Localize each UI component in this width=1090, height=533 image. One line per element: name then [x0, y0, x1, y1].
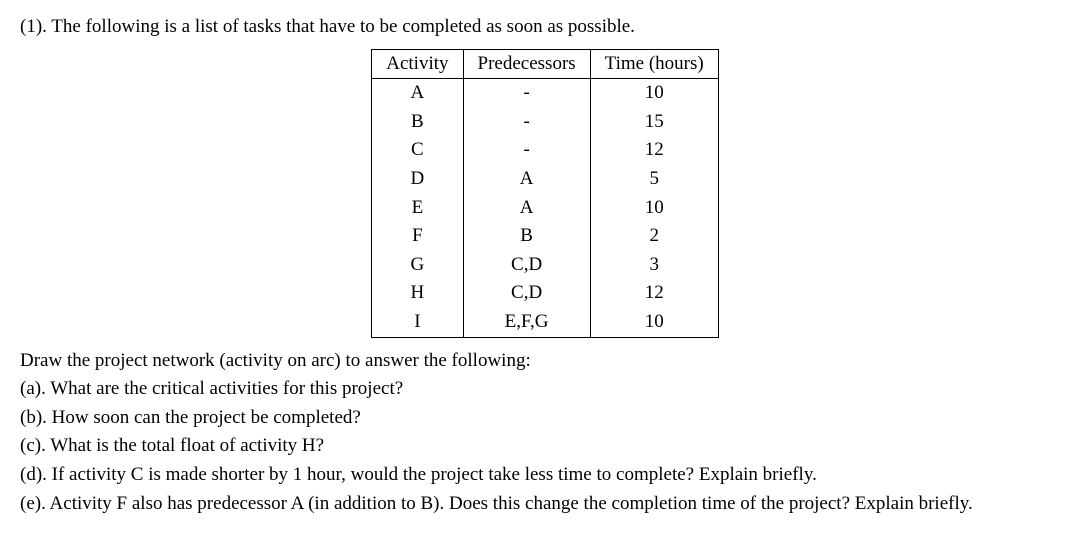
- header-predecessors: Predecessors: [463, 49, 590, 79]
- cell-activity: A: [372, 79, 463, 108]
- cell-predecessors: A: [463, 165, 590, 194]
- cell-time: 3: [590, 251, 718, 280]
- cell-time: 10: [590, 194, 718, 223]
- table-row: I E,F,G 10: [372, 308, 718, 337]
- cell-predecessors: E,F,G: [463, 308, 590, 337]
- cell-activity: I: [372, 308, 463, 337]
- instruction-text: Draw the project network (activity on ar…: [20, 348, 1070, 375]
- cell-time: 2: [590, 222, 718, 251]
- cell-time: 10: [590, 308, 718, 337]
- cell-predecessors: -: [463, 136, 590, 165]
- cell-activity: F: [372, 222, 463, 251]
- table-row: A - 10: [372, 79, 718, 108]
- table-row: D A 5: [372, 165, 718, 194]
- table-header-row: Activity Predecessors Time (hours): [372, 49, 718, 79]
- subquestion-a: (a). What are the critical activities fo…: [20, 376, 1070, 403]
- table-row: C - 12: [372, 136, 718, 165]
- cell-time: 12: [590, 136, 718, 165]
- cell-time: 15: [590, 108, 718, 137]
- question-intro: (1). The following is a list of tasks th…: [20, 14, 1070, 41]
- cell-time: 10: [590, 79, 718, 108]
- cell-time: 5: [590, 165, 718, 194]
- cell-predecessors: A: [463, 194, 590, 223]
- cell-predecessors: B: [463, 222, 590, 251]
- table-row: E A 10: [372, 194, 718, 223]
- table-row: H C,D 12: [372, 279, 718, 308]
- subquestion-b: (b). How soon can the project be complet…: [20, 405, 1070, 432]
- cell-time: 12: [590, 279, 718, 308]
- header-time: Time (hours): [590, 49, 718, 79]
- header-activity: Activity: [372, 49, 463, 79]
- subquestion-d: (d). If activity C is made shorter by 1 …: [20, 462, 1070, 489]
- cell-activity: D: [372, 165, 463, 194]
- cell-predecessors: C,D: [463, 279, 590, 308]
- table-row: G C,D 3: [372, 251, 718, 280]
- cell-activity: B: [372, 108, 463, 137]
- cell-predecessors: -: [463, 108, 590, 137]
- table-row: B - 15: [372, 108, 718, 137]
- cell-predecessors: C,D: [463, 251, 590, 280]
- table-row: F B 2: [372, 222, 718, 251]
- cell-activity: C: [372, 136, 463, 165]
- subquestion-e: (e). Activity F also has predecessor A (…: [20, 491, 1070, 518]
- cell-activity: E: [372, 194, 463, 223]
- cell-predecessors: -: [463, 79, 590, 108]
- subquestion-c: (c). What is the total float of activity…: [20, 433, 1070, 460]
- activity-table-wrapper: Activity Predecessors Time (hours) A - 1…: [20, 49, 1070, 338]
- cell-activity: H: [372, 279, 463, 308]
- activity-table: Activity Predecessors Time (hours) A - 1…: [371, 49, 718, 338]
- cell-activity: G: [372, 251, 463, 280]
